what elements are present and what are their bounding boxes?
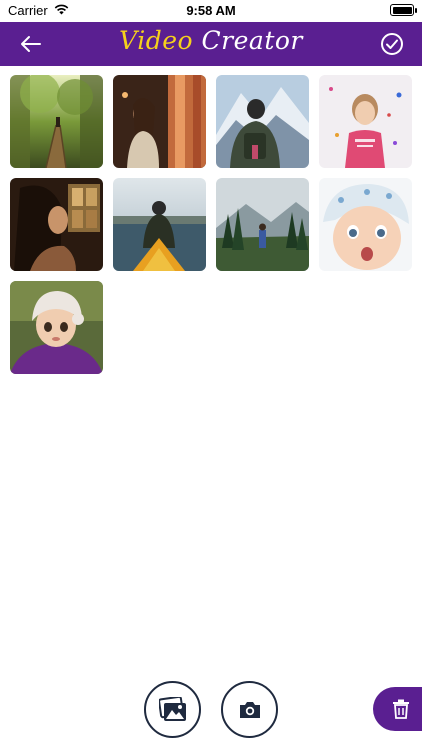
photo-tile-kayak-lake[interactable] [113, 178, 206, 271]
photo-tile-child-knit-hat[interactable] [10, 281, 103, 374]
photo-grid [10, 75, 412, 374]
camera-button[interactable] [221, 681, 278, 738]
app-header: Video Creator [0, 22, 422, 66]
delete-button[interactable] [373, 687, 422, 731]
check-circle-icon [381, 33, 403, 55]
photo-tile-man-valley[interactable] [216, 178, 309, 271]
page-title: Video Creator [0, 26, 422, 55]
image-gallery-icon [158, 696, 186, 721]
photo-tile-woman-window[interactable] [10, 178, 103, 271]
photo-tile-girl-pink[interactable] [319, 75, 412, 168]
gallery-button[interactable] [144, 681, 201, 738]
camera-icon [239, 701, 260, 718]
photo-tile-surprised-baby[interactable] [319, 178, 412, 271]
confirm-button[interactable] [380, 32, 404, 56]
status-time: 9:58 AM [186, 3, 236, 18]
trash-icon [392, 699, 409, 719]
photo-tile-woman-city[interactable] [113, 75, 206, 168]
photo-tile-forest-bridge[interactable] [10, 75, 103, 168]
battery-icon [390, 4, 417, 16]
title-video: Video [119, 26, 194, 55]
photo-tile-man-mountains[interactable] [216, 75, 309, 168]
status-bar: Carrier 9:58 AM [0, 0, 422, 22]
title-creator: Creator [201, 26, 303, 55]
